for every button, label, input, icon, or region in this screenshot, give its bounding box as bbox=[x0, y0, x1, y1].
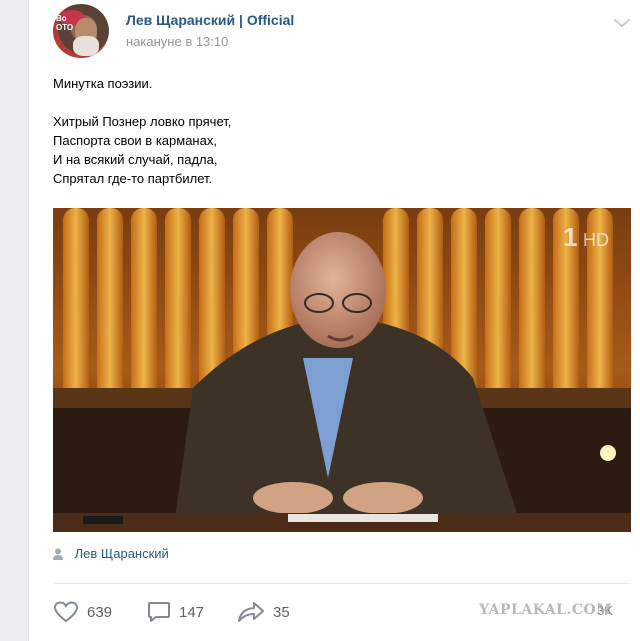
post-text-line: Минутка поэзии. bbox=[53, 76, 153, 91]
source-author-link[interactable]: Лев Щаранский bbox=[75, 546, 169, 561]
heart-icon bbox=[53, 601, 79, 623]
post-text: Минутка поэзии. Хитрый Познер ловко пряч… bbox=[53, 74, 613, 188]
comment-button[interactable]: 147 bbox=[147, 600, 204, 624]
like-count: 639 bbox=[87, 603, 113, 621]
share-button[interactable]: 35 bbox=[237, 600, 290, 624]
post-photo[interactable]: 1 HD bbox=[53, 208, 631, 532]
comment-icon bbox=[148, 602, 170, 622]
photo-source[interactable]: Лев Щаранский bbox=[53, 546, 169, 561]
post-text-line: Хитрый Познер ловко прячет, bbox=[53, 114, 232, 129]
post-card: Во ОТО Лев Щаранский | Official накануне … bbox=[28, 0, 640, 641]
tv-logo-number: 1 bbox=[563, 222, 577, 252]
comment-count: 147 bbox=[179, 603, 205, 621]
photo-illustration: 1 HD bbox=[53, 208, 631, 532]
tv-logo-hd: HD bbox=[583, 230, 609, 250]
post-text-line: И на всякий случай, падла, bbox=[53, 152, 218, 167]
watermark: YAPLAKAL.COM bbox=[479, 602, 613, 618]
divider bbox=[53, 583, 631, 584]
post-text-line: Спрятал где-то партбилет. bbox=[53, 171, 213, 186]
view-count: 3K bbox=[597, 603, 613, 618]
user-icon bbox=[53, 548, 63, 560]
author-avatar[interactable]: Во ОТО bbox=[53, 4, 109, 58]
like-button[interactable]: 639 bbox=[53, 600, 112, 624]
post-timestamp[interactable]: накануне в 13:10 bbox=[126, 34, 228, 49]
share-icon bbox=[238, 602, 264, 622]
chevron-down-icon[interactable] bbox=[613, 16, 631, 30]
share-count: 35 bbox=[273, 603, 290, 621]
post-text-line: Паспорта свои в карманах, bbox=[53, 133, 217, 148]
author-name-link[interactable]: Лев Щаранский | Official bbox=[126, 12, 294, 28]
